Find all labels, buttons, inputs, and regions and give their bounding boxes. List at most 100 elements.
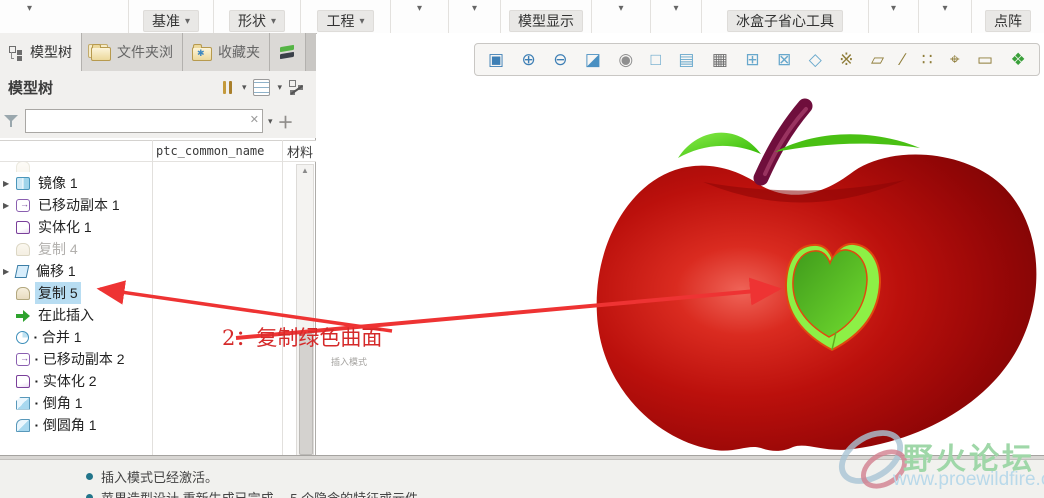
status-text: 插入模式已经激活。	[101, 470, 219, 485]
tree-item[interactable]: ▶ 镜像 1	[0, 172, 295, 194]
merge-feature-icon	[16, 330, 29, 344]
tree-item-label[interactable]: 复制 5	[35, 282, 81, 304]
insert-mode-watermark: 插入模式	[331, 357, 368, 367]
tree-item[interactable]	[0, 162, 295, 172]
saved-orientations-icon[interactable]: ▦	[712, 51, 728, 68]
zoom-fit-icon[interactable]: ▣	[488, 51, 504, 68]
ribbon-split-button-7[interactable]: ▾	[919, 0, 972, 33]
ribbon: ▾ 基准 ▾ 形状 ▾ 工程 ▾ ▾ ▾ 模型显示 ▾ ▾ 冰盒子省心工具 ▾ ▾ 点…	[0, 0, 1044, 34]
ribbon-split-button-5[interactable]: ▾	[651, 0, 702, 33]
tree-item-label[interactable]: 已移动副本 2	[40, 348, 128, 370]
engineering-dropdown-button[interactable]: 工程 ▾	[317, 10, 374, 32]
expand-icon[interactable]: ▶	[3, 201, 16, 210]
tab-folder-browser-label: 文件夹浏	[117, 44, 173, 60]
ribbon-split-button-4[interactable]: ▾	[592, 0, 651, 33]
tab-favorites-label: 收藏夹	[218, 44, 260, 60]
ribbon-split-button-6[interactable]: ▾	[869, 0, 919, 33]
scroll-up-icon[interactable]: ▲	[297, 166, 313, 175]
spin-center-icon[interactable]: ❖	[1011, 51, 1026, 68]
suppressed-marker-icon: ▪	[35, 398, 38, 408]
tab-folder-browser[interactable]: 文件夹浏	[82, 33, 183, 71]
tree-item-label[interactable]	[35, 166, 41, 168]
panel-title: 模型树	[8, 80, 54, 97]
chevron-down-icon: ▾	[942, 3, 948, 14]
search-options-caret-icon[interactable]: ▾	[268, 116, 273, 127]
section-offset-icon[interactable]: ⊠	[777, 51, 791, 68]
model-tree-list: ▶镜像 1▶已移动副本 1实体化 1复制 4▶偏移 1复制 5在此插入▪合并 1…	[0, 162, 295, 467]
tree-item-label[interactable]: 在此插入	[35, 304, 97, 326]
graphics-toolbar: ▣ ⊕ ⊖ ◪ ◉ □ ▤ ▦ ⊞ ⊠ ◇ ※ ▱ ∕ ∷ ⌖ ▭ ❖	[474, 43, 1040, 76]
axis-display-icon[interactable]: ∕	[901, 51, 904, 68]
suppressed-marker-icon: ▪	[35, 354, 38, 364]
tree-item[interactable]: ▶ 已移动副本 1	[0, 194, 295, 216]
offset-feature-icon	[14, 264, 30, 278]
tree-item-label[interactable]: 倒圆角 1	[40, 414, 100, 436]
tree-item[interactable]: ▪ 倒圆角 1	[0, 414, 295, 436]
tree-item[interactable]: ▪ 倒角 1	[0, 392, 295, 414]
tree-item[interactable]: 复制 4	[0, 238, 295, 260]
chevron-down-icon[interactable]: ▾	[242, 82, 247, 93]
chevron-down-icon: ▾	[673, 3, 679, 14]
ribbon-split-button-3[interactable]: ▾	[449, 0, 501, 33]
tree-item-label[interactable]: 复制 4	[35, 238, 81, 260]
tab-favorites[interactable]: 收藏夹	[183, 33, 270, 71]
zoom-out-icon[interactable]: ⊖	[553, 51, 567, 68]
icebox-tools-button[interactable]: 冰盒子省心工具	[727, 10, 843, 32]
ribbon-group-shape: 形状 ▾	[214, 0, 301, 33]
ribbon-split-button-2[interactable]: ▾	[391, 0, 449, 33]
tree-item-label[interactable]: 实体化 2	[40, 370, 100, 392]
datum-dropdown-button[interactable]: 基准 ▾	[142, 10, 200, 32]
datum-display-filter-icon[interactable]: ※	[839, 51, 853, 68]
model-display-button[interactable]: 模型显示	[509, 10, 583, 32]
shape-dropdown-button[interactable]: 形状 ▾	[228, 10, 286, 32]
tree-item[interactable]: ▶ 偏移 1	[0, 260, 295, 282]
dot-matrix-button[interactable]: 点阵	[985, 10, 1031, 32]
tree-item-label[interactable]: 合并 1	[39, 326, 85, 348]
tab-model-tree-label: 模型树	[30, 44, 72, 60]
expand-icon[interactable]: ▶	[3, 179, 16, 188]
plane-display-icon[interactable]: ▱	[871, 51, 884, 68]
hide-tree-icon[interactable]	[289, 79, 306, 96]
tree-item[interactable]: 实体化 1	[0, 216, 295, 238]
section-view-icon[interactable]: ⊞	[745, 51, 759, 68]
tree-item[interactable]: ▪ 实体化 2	[0, 370, 295, 392]
point-display-icon[interactable]: ∷	[922, 51, 933, 68]
round-feature-icon	[16, 418, 30, 432]
shading-style-icon[interactable]: ◉	[618, 51, 633, 68]
tree-vertical-scrollbar[interactable]: ▲ ▼	[296, 164, 314, 467]
chevron-down-icon[interactable]: ▾	[277, 82, 282, 93]
wireframe-cube-icon[interactable]: ◇	[809, 51, 822, 68]
tree-search-input[interactable]	[25, 109, 263, 133]
display-style-icon[interactable]: □	[651, 51, 661, 68]
filter-funnel-icon[interactable]	[4, 114, 20, 128]
model-tree-panel: 模型树 文件夹浏 收藏夹 模型树 ▾ ▾	[0, 33, 316, 487]
tree-settings-icon[interactable]	[253, 79, 271, 96]
tab-layers[interactable]	[270, 33, 306, 71]
clear-search-icon[interactable]: ✕	[250, 113, 259, 126]
tree-item-label[interactable]: 倒角 1	[40, 392, 86, 414]
column-material[interactable]: 材料	[287, 142, 313, 161]
expand-icon[interactable]: ▶	[3, 267, 16, 276]
tree-item[interactable]: 复制 5	[0, 282, 295, 304]
tree-item-label[interactable]: 实体化 1	[35, 216, 95, 238]
annotation-display-icon[interactable]: ▭	[977, 51, 993, 68]
moved-copy-feature-icon	[16, 352, 30, 366]
column-ptc-common-name[interactable]: ptc_common_name	[156, 144, 264, 158]
tree-item-label[interactable]: 已移动副本 1	[35, 194, 123, 216]
zoom-in-icon[interactable]: ⊕	[522, 51, 536, 68]
tree-tools-icon[interactable]	[220, 80, 235, 95]
ribbon-split-button-1[interactable]: ▾	[0, 0, 129, 33]
apple-3d-model[interactable]	[585, 90, 1044, 462]
tree-item-label[interactable]: 偏移 1	[33, 260, 79, 282]
panel-tabs: 模型树 文件夹浏 收藏夹	[0, 33, 316, 71]
csys-display-icon[interactable]: ⌖	[950, 51, 960, 68]
tree-item-label[interactable]: 镜像 1	[35, 172, 81, 194]
chevron-down-icon: ▾	[359, 16, 365, 27]
tree-filter-row: ✕ ▾ ＋	[0, 104, 316, 138]
apple-leaf-right	[775, 134, 920, 152]
tab-model-tree[interactable]: 模型树	[0, 33, 82, 71]
repaint-icon[interactable]: ◪	[585, 51, 601, 68]
status-message: 插入模式已经激活。	[86, 467, 218, 486]
view-manager-icon[interactable]: ▤	[678, 51, 694, 68]
add-filter-button[interactable]: ＋	[278, 109, 294, 133]
